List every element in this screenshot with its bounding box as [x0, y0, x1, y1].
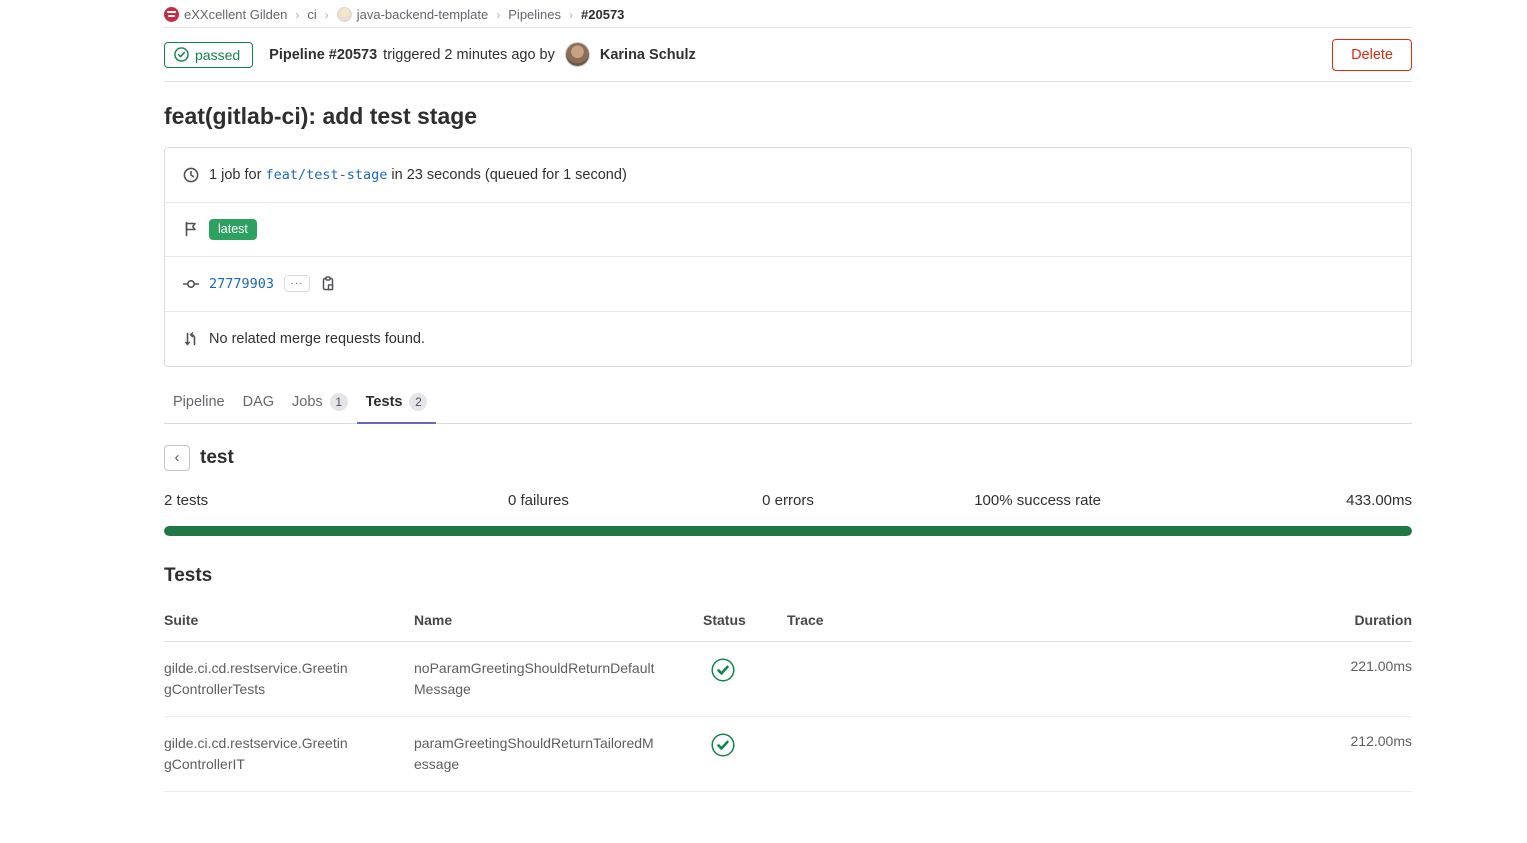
tab-tests[interactable]: Tests 2 — [357, 383, 437, 424]
job-count-text: 1 job for — [209, 167, 261, 183]
breadcrumb-pipeline-id: #20573 — [581, 7, 624, 22]
success-progress-fill — [164, 526, 1412, 536]
triggered-text: triggered 2 minutes ago by — [383, 47, 555, 63]
job-info-text: 1 job for feat/test-stage in 23 seconds … — [209, 167, 627, 183]
column-duration: Duration — [1292, 612, 1412, 628]
tab-pipeline-label: Pipeline — [173, 394, 225, 410]
summary-success-rate: 100% success rate — [913, 492, 1163, 509]
pipeline-summary-text: Pipeline #20573 triggered 2 minutes ago … — [269, 42, 696, 67]
suite-title: test — [200, 447, 234, 469]
author-avatar[interactable] — [565, 42, 590, 67]
breadcrumb-group-label: eXXcellent Gilden — [184, 7, 287, 22]
merge-request-icon — [183, 331, 199, 347]
tests-table-header: Suite Name Status Trace Duration — [164, 599, 1412, 642]
page-title: feat(gitlab-ci): add test stage — [164, 103, 1412, 130]
summary-errors: 0 errors — [663, 492, 913, 509]
test-status-cell — [703, 733, 787, 757]
status-badge[interactable]: passed — [164, 42, 253, 68]
chevron-left-icon: ‹ — [175, 449, 180, 466]
tab-pipeline[interactable]: Pipeline — [164, 383, 234, 424]
tab-jobs-count-badge: 1 — [330, 393, 348, 411]
column-trace: Trace — [787, 612, 1292, 628]
breadcrumb-pipeline-id-label: #20573 — [581, 7, 624, 22]
test-name-cell: noParamGreetingShouldReturnDefaultMessag… — [414, 658, 659, 700]
breadcrumb-separator: › — [496, 8, 500, 22]
breadcrumb-group[interactable]: eXXcellent Gilden — [164, 7, 287, 22]
tab-jobs-label: Jobs — [292, 394, 323, 410]
breadcrumb-separator: › — [295, 8, 299, 22]
job-duration-text: in 23 seconds (queued for 1 second) — [391, 167, 626, 183]
group-logo-icon — [164, 7, 179, 22]
branch-link[interactable]: feat/test-stage — [265, 167, 387, 183]
breadcrumb-project-label: java-backend-template — [357, 7, 489, 22]
project-avatar — [337, 7, 352, 22]
test-status-cell — [703, 658, 787, 682]
merge-request-row: No related merge requests found. — [165, 312, 1411, 367]
flag-icon — [183, 221, 199, 237]
breadcrumb-pipelines-label: Pipelines — [508, 7, 561, 22]
commit-row: 27779903 ··· — [165, 257, 1411, 312]
tab-tests-label: Tests — [366, 394, 403, 410]
copy-commit-icon[interactable] — [320, 276, 336, 292]
test-suite-cell: gilde.ci.cd.restservice.GreetingControll… — [164, 658, 354, 700]
test-suite-cell: gilde.ci.cd.restservice.GreetingControll… — [164, 733, 354, 775]
delete-button[interactable]: Delete — [1332, 39, 1412, 71]
clock-icon — [183, 167, 199, 183]
job-info-row: 1 job for feat/test-stage in 23 seconds … — [165, 148, 1411, 203]
test-suite-header: ‹ test — [164, 445, 1412, 471]
column-suite: Suite — [164, 612, 414, 628]
pipeline-header: passed Pipeline #20573 triggered 2 minut… — [164, 28, 1412, 82]
test-duration-cell: 212.00ms — [1292, 733, 1412, 749]
breadcrumb-subgroup[interactable]: ci — [307, 7, 316, 22]
breadcrumb-project[interactable]: java-backend-template — [337, 7, 489, 22]
pipeline-tabs: Pipeline DAG Jobs 1 Tests 2 — [164, 383, 1412, 424]
summary-tests: 2 tests — [164, 492, 414, 509]
breadcrumb: eXXcellent Gilden › ci › java-backend-te… — [164, 0, 1412, 27]
test-name-cell: paramGreetingShouldReturnTailoredMessage — [414, 733, 659, 775]
table-row: gilde.ci.cd.restservice.GreetingControll… — [164, 717, 1412, 792]
table-row: gilde.ci.cd.restservice.GreetingControll… — [164, 642, 1412, 717]
check-circle-icon — [174, 47, 189, 62]
column-name: Name — [414, 612, 703, 628]
status-success-icon — [711, 658, 735, 682]
tests-table: Suite Name Status Trace Duration gilde.c… — [164, 599, 1412, 792]
author-name[interactable]: Karina Schulz — [600, 47, 696, 63]
expand-commit-button[interactable]: ··· — [284, 275, 310, 292]
tab-jobs[interactable]: Jobs 1 — [283, 383, 357, 424]
merge-request-text: No related merge requests found. — [209, 331, 425, 347]
tab-dag-label: DAG — [243, 394, 274, 410]
column-status: Status — [703, 612, 787, 628]
latest-badge[interactable]: latest — [209, 219, 257, 240]
latest-row: latest — [165, 203, 1411, 258]
status-success-icon — [711, 733, 735, 757]
back-button[interactable]: ‹ — [164, 445, 190, 471]
success-progress-bar — [164, 526, 1412, 536]
commit-icon — [183, 276, 199, 292]
pipeline-info-box: 1 job for feat/test-stage in 23 seconds … — [164, 147, 1412, 367]
commit-sha-link[interactable]: 27779903 — [209, 276, 274, 292]
tab-tests-count-badge: 2 — [409, 393, 427, 411]
test-summary: 2 tests 0 failures 0 errors 100% success… — [164, 492, 1412, 509]
breadcrumb-subgroup-label: ci — [307, 7, 316, 22]
breadcrumb-separator: › — [325, 8, 329, 22]
breadcrumb-separator: › — [569, 8, 573, 22]
summary-duration: 433.00ms — [1162, 492, 1412, 509]
breadcrumb-pipelines[interactable]: Pipelines — [508, 7, 561, 22]
summary-failures: 0 failures — [414, 492, 664, 509]
status-badge-label: passed — [195, 47, 240, 63]
tests-heading: Tests — [164, 565, 1412, 587]
tab-dag[interactable]: DAG — [234, 383, 283, 424]
test-duration-cell: 221.00ms — [1292, 658, 1412, 674]
pipeline-id-label: Pipeline #20573 — [269, 47, 377, 63]
